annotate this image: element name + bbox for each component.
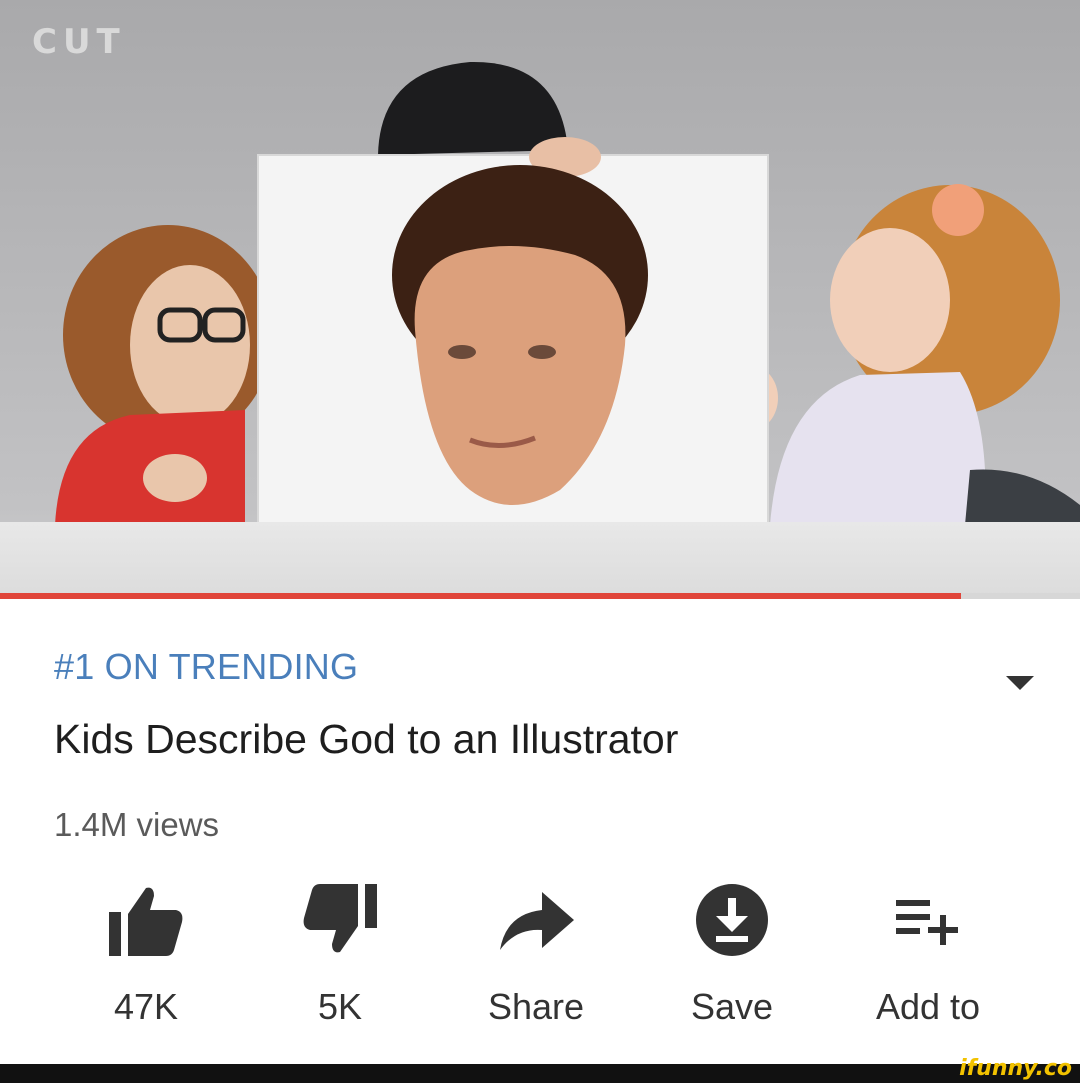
share-label: Share: [487, 986, 585, 1027]
video-title: Kids Describe God to an Illustrator: [54, 716, 679, 762]
video-player[interactable]: CUT: [0, 0, 1080, 596]
playlist-add-icon: [896, 900, 958, 945]
progress-fill: [0, 593, 962, 599]
chevron-down-icon[interactable]: [1006, 676, 1034, 690]
dislike-button[interactable]: 5K: [260, 880, 420, 1040]
add-to-button[interactable]: Add to: [848, 880, 1008, 1040]
right-kid-shirt: [770, 372, 986, 525]
adult-head: [378, 61, 568, 155]
left-kid-hand: [143, 454, 207, 502]
footer-bar: [0, 1064, 1080, 1083]
save-button[interactable]: Save: [652, 880, 812, 1040]
trending-badge[interactable]: #1 ON TRENDING: [54, 646, 358, 688]
video-frame: [0, 61, 1080, 560]
save-label: Save: [690, 986, 774, 1027]
dislike-count: 5K: [317, 986, 363, 1027]
right-kid-face: [830, 228, 950, 372]
chair: [965, 469, 1080, 525]
table: [0, 522, 1080, 596]
download-icon: [696, 884, 768, 956]
thumbs-up-icon: [109, 887, 183, 956]
like-count: 47K: [113, 986, 179, 1027]
hair-bow: [932, 184, 984, 236]
left-kid-face: [130, 265, 250, 425]
watermark: ifunny.co: [959, 1056, 1072, 1081]
add-to-label: Add to: [875, 986, 981, 1027]
view-count: 1.4M views: [54, 806, 220, 843]
like-button[interactable]: 47K: [66, 880, 226, 1040]
share-button[interactable]: Share: [456, 880, 616, 1040]
thumbs-down-icon: [303, 884, 377, 953]
share-icon: [500, 892, 574, 950]
